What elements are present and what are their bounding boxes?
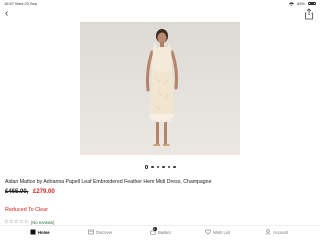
carousel-dot[interactable] <box>162 165 165 168</box>
carousel-dot[interactable] <box>167 165 170 168</box>
basket-icon: 1 <box>150 226 157 235</box>
wifi-icon <box>288 1 294 6</box>
image-carousel-dots[interactable] <box>0 165 320 169</box>
battery-percent: 83% <box>296 1 305 6</box>
carousel-dot[interactable] <box>151 165 154 168</box>
price-row: £465.00, £279.00 <box>5 189 55 195</box>
sale-price: £279.00 <box>33 189 55 195</box>
carousel-dot[interactable] <box>156 165 159 168</box>
tab-home-label: Home <box>38 229 50 235</box>
original-price: £465.00, <box>5 189 29 195</box>
tab-discover-label: Discover <box>96 229 113 235</box>
tab-wishlist[interactable]: Wish List <box>205 229 230 235</box>
tab-basket-label: Basket <box>158 229 171 235</box>
carousel-dot[interactable] <box>173 165 176 168</box>
bottom-tab-bar: Home Discover 1 Basket Wish List Account <box>0 225 320 241</box>
product-title: Aidan Mattox by Adrianna Papell Leaf Emb… <box>5 179 212 185</box>
home-icon <box>30 229 36 235</box>
account-icon <box>265 229 271 235</box>
tab-discover[interactable]: Discover <box>88 229 112 235</box>
battery-icon <box>308 1 316 6</box>
heart-icon <box>205 229 211 235</box>
tab-home[interactable]: Home <box>30 229 50 235</box>
tab-account-label: Account <box>273 229 289 235</box>
tab-wishlist-label: Wish List <box>213 229 230 235</box>
status-time: 16:57 Wed 20 Sep <box>4 1 38 6</box>
tab-account[interactable]: Account <box>265 229 288 235</box>
basket-count-badge: 1 <box>152 226 157 231</box>
tab-basket[interactable]: 1 Basket <box>150 226 171 235</box>
discover-icon <box>88 229 94 235</box>
product-image[interactable] <box>80 22 240 155</box>
model-dress-illustration <box>146 29 178 146</box>
share-icon[interactable] <box>304 8 314 20</box>
status-right: 83% <box>288 1 316 6</box>
status-bar: 16:57 Wed 20 Sep 83% <box>0 0 320 7</box>
back-chevron-icon[interactable]: ‹ <box>5 8 8 20</box>
sale-label: Reduced To Clear <box>5 207 49 213</box>
nav-row: ‹ <box>0 8 320 20</box>
carousel-dot[interactable] <box>144 165 148 169</box>
